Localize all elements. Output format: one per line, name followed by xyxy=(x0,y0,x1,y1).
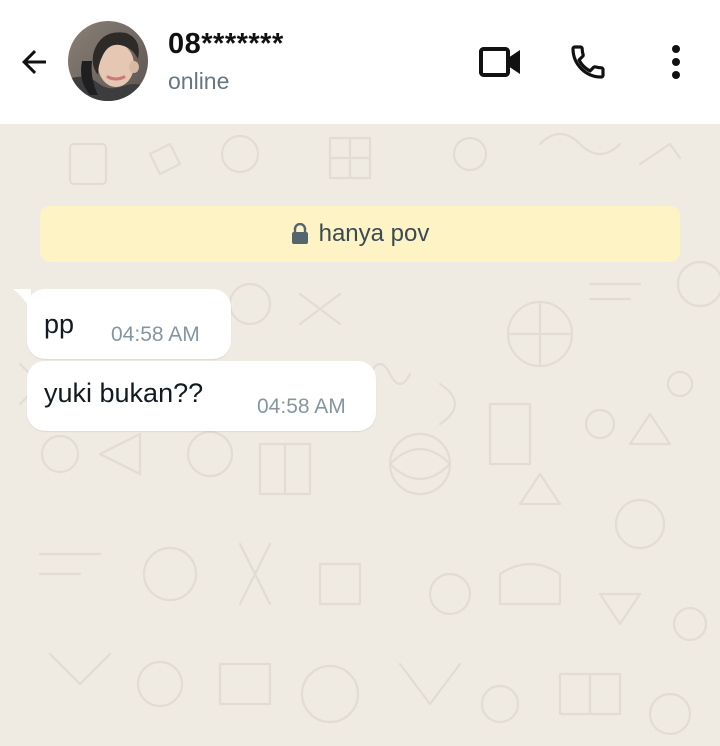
message-bubble-incoming[interactable]: pp 04:58 AM xyxy=(13,289,231,359)
message-text: yuki bukan?? xyxy=(44,378,204,408)
chat-header: 08******* online xyxy=(0,0,720,124)
contact-avatar[interactable] xyxy=(68,21,148,101)
encryption-notice[interactable]: hanya pov xyxy=(40,206,680,262)
back-button[interactable] xyxy=(10,40,58,84)
contact-photo xyxy=(68,21,148,101)
more-options-button[interactable] xyxy=(652,38,700,86)
bubble-tail xyxy=(13,289,31,309)
phone-icon xyxy=(571,45,605,79)
notice-text: hanya pov xyxy=(318,220,430,247)
lock-icon xyxy=(291,223,308,244)
voice-call-button[interactable] xyxy=(564,38,612,86)
message-time: 04:58 AM xyxy=(257,395,346,418)
video-camera-icon xyxy=(479,47,520,77)
message-text: pp xyxy=(44,309,75,339)
message-bubble-incoming[interactable]: yuki bukan?? 04:58 AM xyxy=(27,361,376,431)
chat-area[interactable]: hanya pov pp 04:58 AM yuki bukan?? 04:58… xyxy=(0,124,720,746)
video-call-button[interactable] xyxy=(476,38,524,86)
message-time: 04:58 AM xyxy=(111,323,200,346)
more-vertical-icon xyxy=(672,45,680,79)
contact-name[interactable]: 08******* xyxy=(168,28,284,61)
arrow-left-icon xyxy=(22,50,46,74)
contact-status: online xyxy=(168,68,230,94)
